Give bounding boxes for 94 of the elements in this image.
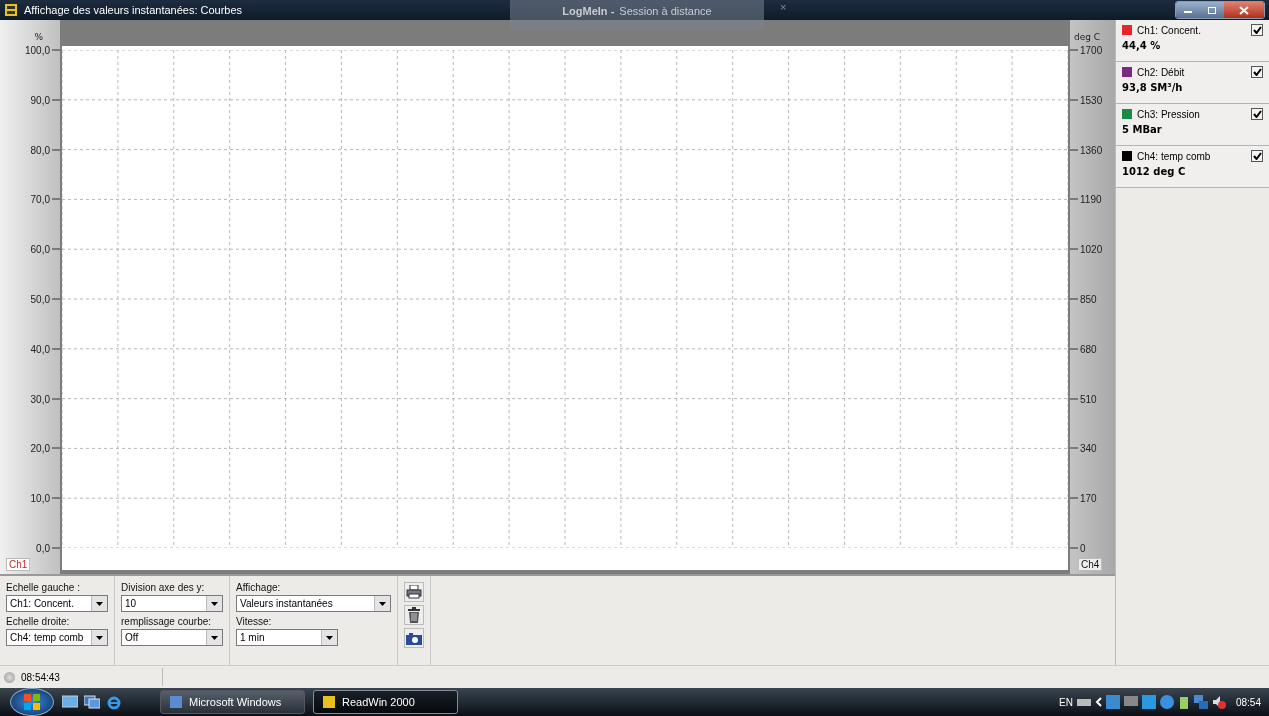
- control-label: Division axe des y:: [121, 582, 206, 595]
- remote-close-button[interactable]: ×: [780, 1, 787, 13]
- app-icon: [4, 3, 18, 17]
- axis-tick-label: 1360: [1080, 144, 1103, 156]
- caret-icon: [326, 635, 333, 640]
- control-label: Affichage:: [236, 582, 282, 595]
- delete-button[interactable]: [404, 605, 424, 625]
- axis-tick-label: 850: [1080, 293, 1097, 305]
- caret-icon: [96, 601, 103, 606]
- channel-name: Ch1: Concent.: [1137, 24, 1202, 36]
- clock[interactable]: 08:54: [1235, 696, 1261, 708]
- language-indicator[interactable]: EN: [1059, 696, 1073, 708]
- axis-tick-label: 1700: [1080, 44, 1103, 56]
- window-title: Affichage des valeurs instantanées: Courbes: [24, 4, 243, 16]
- taskbar-button[interactable]: ReadWin 2000: [313, 690, 458, 714]
- status-indicator: [4, 671, 15, 683]
- axis-tick-label: 90,0: [30, 94, 50, 106]
- remote-session-label: Session à distance: [619, 5, 712, 17]
- globe-icon[interactable]: [1159, 695, 1174, 709]
- window-switch-icon[interactable]: [84, 695, 100, 709]
- taskbar-button[interactable]: Microsoft Windows: [160, 690, 305, 714]
- printer-icon: [406, 585, 422, 599]
- keyboard-icon[interactable]: [1076, 698, 1091, 706]
- channel-checkbox[interactable]: [1251, 150, 1263, 162]
- dropdown[interactable]: Ch1: Concent.: [6, 595, 108, 612]
- channel-checkbox[interactable]: [1251, 66, 1263, 78]
- minimize-button[interactable]: [1176, 2, 1200, 18]
- axis-tick-label: 0: [1080, 542, 1086, 554]
- maximize-button[interactable]: [1200, 2, 1224, 18]
- close-button[interactable]: [1224, 2, 1264, 18]
- channel-name: Ch2: Débit: [1137, 66, 1186, 78]
- control-label: Vitesse:: [236, 616, 273, 629]
- channel-value: 44,4 %: [1122, 40, 1162, 51]
- axis-tick-label: 60,0: [30, 243, 50, 255]
- camera-icon: [406, 631, 422, 645]
- axis-tick-label: 0,0: [36, 542, 50, 554]
- axis-tick-label: 50,0: [30, 293, 50, 305]
- windows-logo-icon: [23, 693, 41, 711]
- check-icon: [1252, 110, 1262, 118]
- channel-checkbox[interactable]: [1251, 108, 1263, 120]
- check-icon: [1252, 152, 1262, 160]
- caret-icon: [96, 635, 103, 640]
- axis-tick-label: 1530: [1080, 94, 1103, 106]
- caret-icon: [211, 601, 218, 606]
- channel-name: Ch3: Pression: [1137, 108, 1201, 120]
- start-button[interactable]: [10, 688, 54, 716]
- right-axis-unit: deg C: [1074, 32, 1101, 42]
- axis-tick-label: 340: [1080, 442, 1097, 454]
- axis-tick-label: 510: [1080, 393, 1097, 405]
- dropdown[interactable]: Valeurs instantanées: [236, 595, 391, 612]
- channel-name: Ch4: temp comb: [1137, 150, 1212, 162]
- axis-tick-label: 40,0: [30, 343, 50, 355]
- trash-icon: [407, 607, 421, 623]
- desktop-icon[interactable]: [62, 695, 78, 709]
- axis-tick-label: 170: [1080, 492, 1097, 504]
- maximize-icon: [1207, 5, 1217, 15]
- right-axis-channel: Ch4: [1078, 558, 1103, 571]
- close-icon: [1239, 5, 1249, 15]
- dropdown[interactable]: 1 min: [236, 629, 338, 646]
- axis-tick-label: 1190: [1080, 193, 1102, 205]
- axis-tick-label: 20,0: [30, 442, 50, 454]
- axis-tick-label: 1020: [1080, 243, 1103, 255]
- control-label: Echelle gauche :: [6, 582, 81, 595]
- browser-icon[interactable]: [106, 694, 122, 710]
- caret-icon: [379, 601, 386, 606]
- channel-value: 5 MBar: [1122, 124, 1163, 135]
- dropdown[interactable]: Off: [121, 629, 223, 646]
- dropdown[interactable]: Ch4: temp comb: [6, 629, 108, 646]
- axis-tick-label: 70,0: [30, 193, 50, 205]
- left-axis-unit: %: [34, 32, 43, 42]
- dropdown[interactable]: 10: [121, 595, 223, 612]
- axis-tick-label: 80,0: [30, 144, 50, 156]
- check-icon: [1252, 26, 1262, 34]
- check-icon: [1252, 68, 1262, 76]
- axis-tick-label: 10,0: [30, 492, 50, 504]
- print-button[interactable]: [404, 582, 424, 602]
- chevron-left-icon[interactable]: [1094, 697, 1102, 707]
- channel-checkbox[interactable]: [1251, 24, 1263, 36]
- speaker-muted-icon[interactable]: [1211, 695, 1226, 709]
- app-icon: [322, 695, 336, 709]
- status-time: 08:54:43: [21, 671, 61, 683]
- axis-tick-label: 30,0: [30, 393, 50, 405]
- snapshot-button[interactable]: [404, 628, 424, 648]
- axis-tick-label: 680: [1080, 343, 1097, 355]
- remote-brand: LogMeIn -: [562, 5, 615, 17]
- control-label: Echelle droite:: [6, 616, 71, 629]
- channel-value: 93,8 SM³/h: [1122, 82, 1184, 93]
- monitor-icon[interactable]: [1123, 695, 1138, 709]
- channel-value: 1012 deg C: [1122, 166, 1187, 177]
- caret-icon: [211, 635, 218, 640]
- app-icon: [169, 695, 183, 709]
- axis-tick-label: 100,0: [24, 44, 50, 56]
- control-label: remplissage courbe:: [121, 616, 213, 629]
- left-axis-channel: Ch1: [6, 558, 31, 571]
